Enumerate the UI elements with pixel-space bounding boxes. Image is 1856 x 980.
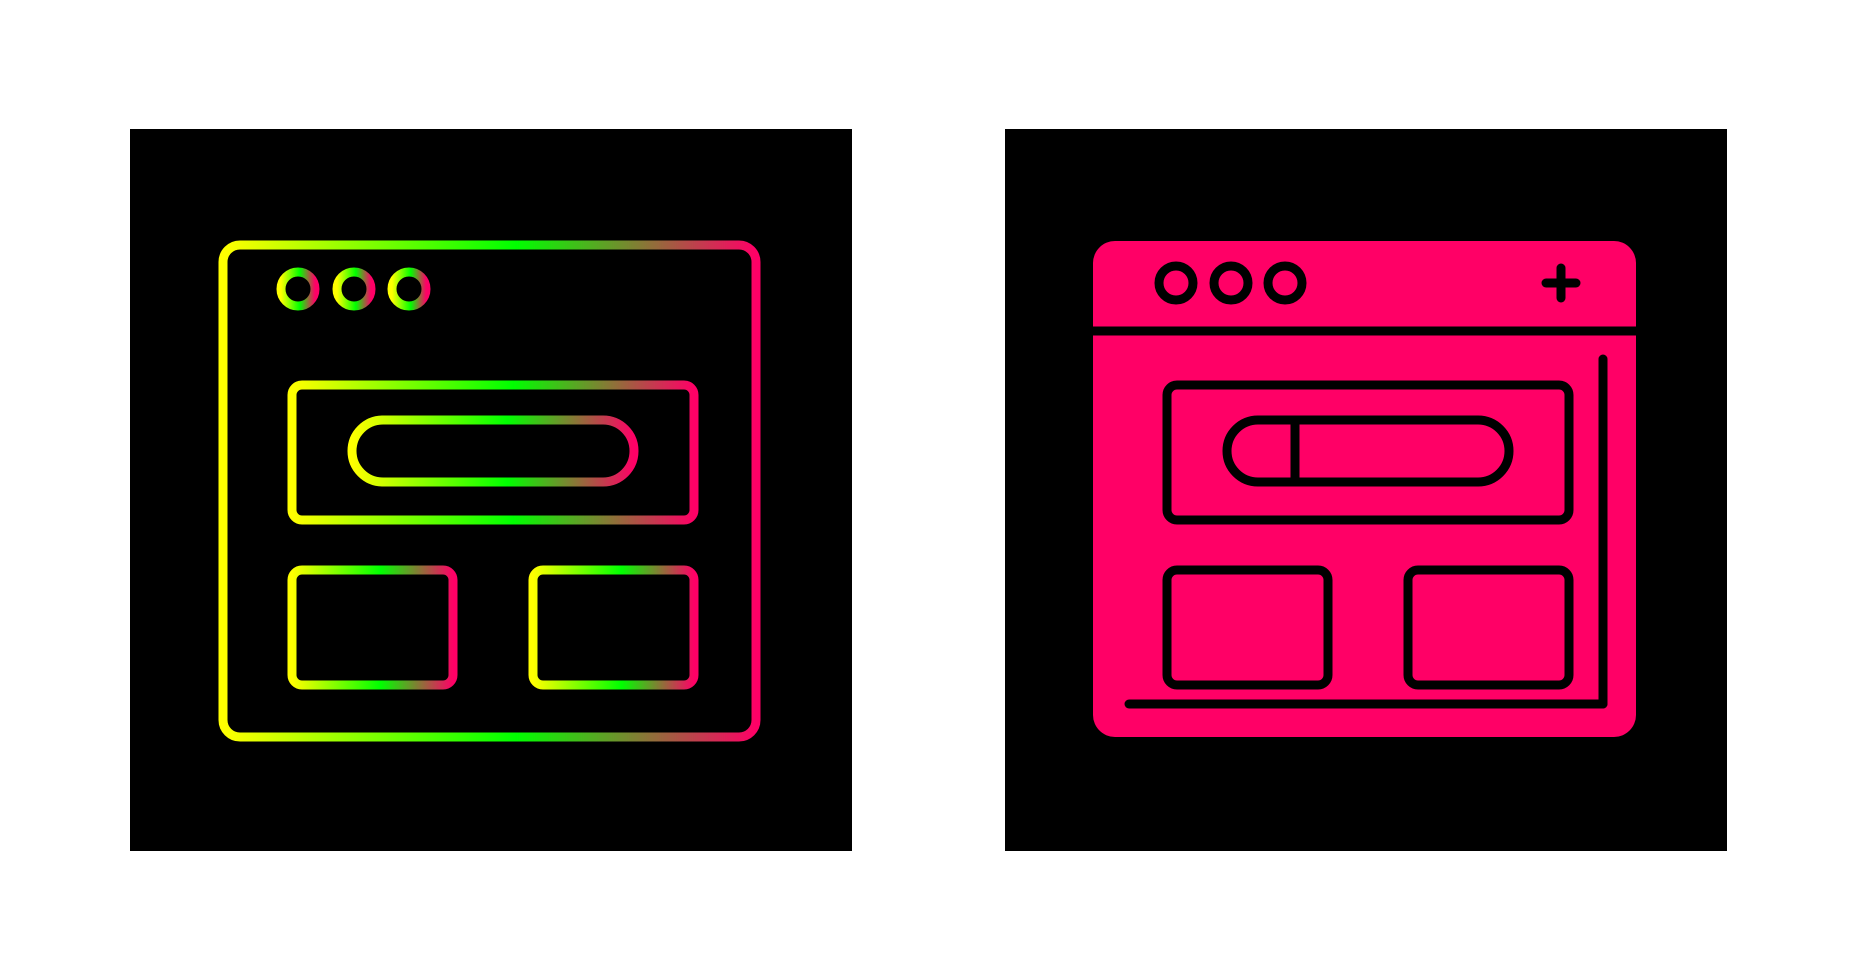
tile-outline xyxy=(130,129,852,851)
plus-icon xyxy=(667,269,707,309)
window-dot-1 xyxy=(276,267,320,311)
window-dot-3 xyxy=(387,267,431,311)
window-frame xyxy=(218,240,761,742)
window-frame xyxy=(1093,241,1636,737)
tile-glyph xyxy=(1005,129,1727,851)
content-card-right xyxy=(528,565,699,690)
window-dot-2 xyxy=(332,267,376,311)
progress-bar xyxy=(347,415,639,487)
content-card-left xyxy=(287,565,458,690)
browser-window-icon xyxy=(218,240,761,742)
icon-set xyxy=(0,0,1856,980)
browser-window-icon xyxy=(1088,241,1641,737)
